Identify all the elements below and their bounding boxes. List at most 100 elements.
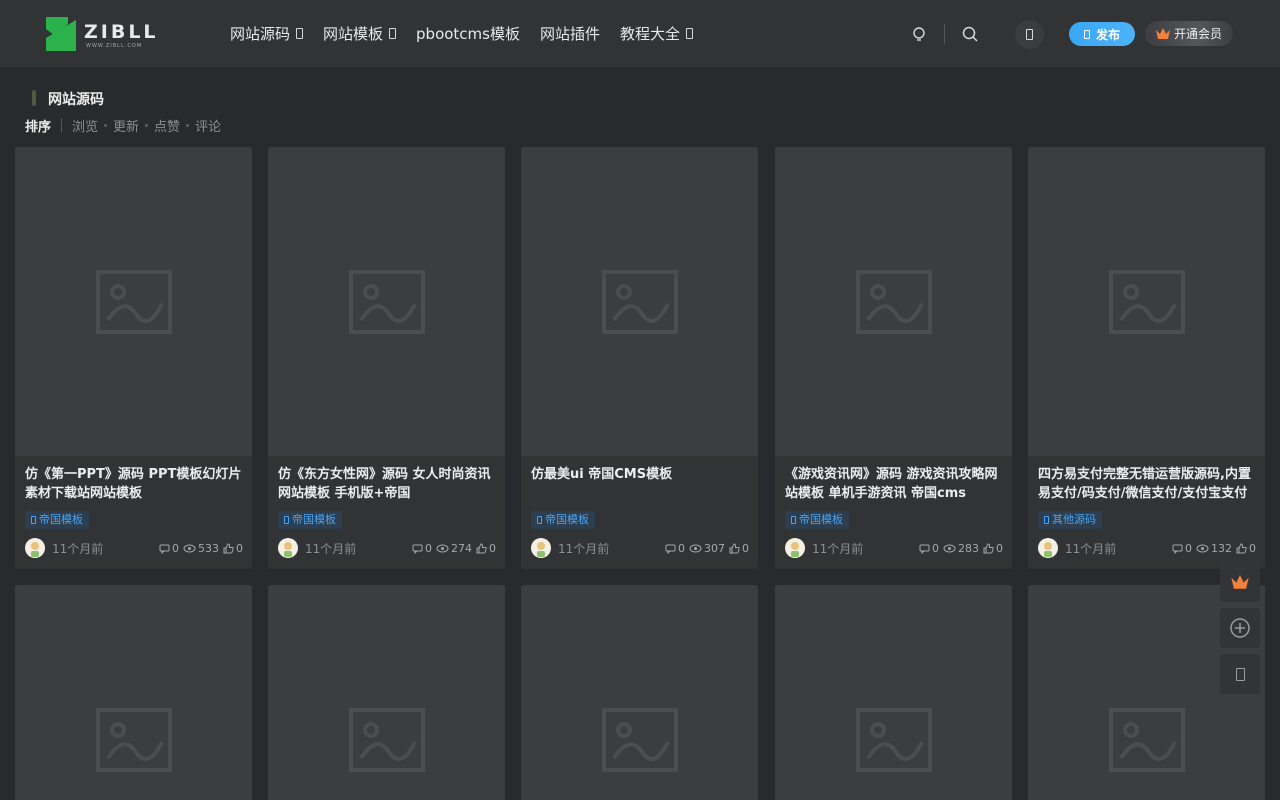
post-time: 11个月前 [812, 542, 864, 556]
post-card[interactable]: 四方易支付完整无错运营版源码,内置易支付/码支付/微信支付/支付宝支付 其他源码 1… [1028, 147, 1265, 569]
image-placeholder-icon [856, 708, 932, 772]
nav-item-source[interactable]: 网站源码 [230, 23, 304, 44]
nav-item-tutorials[interactable]: 教程大全 [620, 23, 694, 44]
nav-item-label: 教程大全 [620, 25, 681, 43]
author-avatar[interactable] [531, 538, 551, 558]
vip-label: 开通会员 [1174, 27, 1223, 41]
author-avatar[interactable] [1038, 538, 1058, 558]
dropdown-icon [686, 28, 694, 39]
post-title[interactable]: 《游戏资讯网》源码 游戏资讯攻略网站模板 单机手游资讯 帝国cms [785, 465, 1005, 503]
avatar-icon [1044, 542, 1052, 557]
image-placeholder-icon [349, 270, 425, 334]
like-count: 0 [1236, 542, 1256, 555]
image-placeholder-icon [349, 708, 425, 772]
post-card[interactable]: 仿《第一PPT》源码 PPT模板幻灯片素材下载站网站模板 帝国模板 11个月前 0 53… [15, 147, 252, 569]
post-category-tag[interactable]: 帝国模板 [278, 511, 342, 529]
post-title[interactable]: 仿《东方女性网》源码 女人时尚资讯网站模板 手机版+帝国 [278, 465, 498, 503]
sort-label: 排序 [25, 120, 52, 135]
logo-mark-icon [46, 17, 76, 51]
post-card[interactable]: 仿《东方女性网》源码 女人时尚资讯网站模板 手机版+帝国 帝国模板 11个月前 0 27… [268, 147, 505, 569]
nav-item-templates[interactable]: 网站模板 [323, 23, 397, 44]
post-card[interactable] [15, 585, 252, 800]
author-avatar[interactable] [25, 538, 45, 558]
post-category-tag[interactable]: 其他源码 [1038, 511, 1102, 529]
logo-subtext: WWW.ZIBLL.COM [86, 43, 143, 49]
author-avatar[interactable] [785, 538, 805, 558]
like-icon [1236, 543, 1247, 554]
post-title[interactable]: 仿《第一PPT》源码 PPT模板幻灯片素材下载站网站模板 [25, 465, 245, 503]
tofu-icon [1235, 667, 1245, 681]
post-card[interactable] [521, 585, 758, 800]
comment-count: 0 [1172, 542, 1192, 555]
comment-count-value: 0 [932, 542, 939, 555]
post-card[interactable] [268, 585, 505, 800]
post-time: 11个月前 [558, 542, 610, 556]
sort-option-updated[interactable]: 更新 [113, 116, 139, 135]
site-logo[interactable]: ZIBLL WWW.ZIBLL.COM [44, 15, 164, 53]
publish-button[interactable]: 发布 [1069, 22, 1135, 46]
post-thumbnail[interactable] [15, 147, 252, 456]
float-vip-button[interactable] [1220, 562, 1260, 602]
like-count-value: 0 [742, 542, 749, 555]
view-count: 283 [943, 542, 979, 555]
author-avatar[interactable] [278, 538, 298, 558]
category-icon [31, 516, 36, 524]
like-count-value: 0 [236, 542, 243, 555]
sort-option-views[interactable]: 浏览 [72, 116, 98, 135]
nav-item-plugins[interactable]: 网站插件 [540, 23, 600, 44]
post-thumbnail[interactable] [15, 585, 252, 800]
post-thumbnail[interactable] [268, 147, 505, 456]
view-count: 533 [183, 542, 219, 555]
section-title: 网站源码 [48, 92, 104, 108]
float-add-button[interactable] [1220, 608, 1260, 648]
post-card[interactable]: 《游戏资讯网》源码 游戏资讯攻略网站模板 单机手游资讯 帝国cms 帝国模板 11个… [775, 147, 1012, 569]
image-placeholder-icon [856, 270, 932, 334]
view-icon [943, 544, 956, 553]
post-thumbnail[interactable] [1028, 147, 1265, 456]
image-placeholder-icon [1109, 708, 1185, 772]
post-card[interactable]: 仿最美ui 帝国CMS模板帝国模板 11个月前 0 307 0 [521, 147, 758, 569]
view-icon [689, 544, 702, 553]
post-thumbnail[interactable] [775, 147, 1012, 456]
post-thumbnail[interactable] [521, 147, 758, 456]
vip-button[interactable]: 开通会员 [1145, 21, 1233, 46]
theme-icon[interactable] [910, 25, 928, 43]
sort-option-likes[interactable]: 点赞 [154, 116, 180, 135]
view-icon [436, 544, 449, 553]
comment-count: 0 [665, 542, 685, 555]
image-placeholder-icon [96, 270, 172, 334]
post-category-tag[interactable]: 帝国模板 [25, 511, 89, 529]
comment-icon [159, 544, 170, 554]
post-time: 11个月前 [305, 542, 357, 556]
dropdown-icon [389, 28, 397, 39]
search-icon[interactable] [961, 25, 979, 43]
comment-count-value: 0 [172, 542, 179, 555]
comment-icon [919, 544, 930, 554]
post-thumbnail[interactable] [521, 585, 758, 800]
image-placeholder-icon [96, 708, 172, 772]
like-count: 0 [223, 542, 243, 555]
comment-icon [1172, 544, 1183, 554]
nav-item-label: 网站模板 [323, 25, 384, 43]
post-title[interactable]: 四方易支付完整无错运营版源码,内置易支付/码支付/微信支付/支付宝支付 [1038, 465, 1258, 503]
image-placeholder-icon [602, 270, 678, 334]
user-button[interactable] [1015, 20, 1044, 49]
like-icon [729, 543, 740, 554]
nav-item-pbootcms[interactable]: pbootcms模板 [416, 23, 520, 44]
post-stats: 0 307 0 [665, 542, 749, 555]
view-count: 307 [689, 542, 725, 555]
post-title[interactable]: 仿最美ui 帝国CMS模板 [531, 465, 751, 503]
post-thumbnail[interactable] [268, 585, 505, 800]
comment-count: 0 [159, 542, 179, 555]
like-count-value: 0 [489, 542, 496, 555]
sort-option-comments[interactable]: 评论 [195, 116, 221, 135]
post-card[interactable] [775, 585, 1012, 800]
float-more-button[interactable] [1220, 654, 1260, 694]
view-icon [183, 544, 196, 553]
publish-label: 发布 [1095, 27, 1120, 42]
post-category-tag[interactable]: 帝国模板 [531, 511, 595, 529]
post-category-tag[interactable]: 帝国模板 [785, 511, 849, 529]
post-thumbnail[interactable] [775, 585, 1012, 800]
post-category-label: 帝国模板 [39, 513, 83, 526]
sort-divider [61, 118, 63, 133]
